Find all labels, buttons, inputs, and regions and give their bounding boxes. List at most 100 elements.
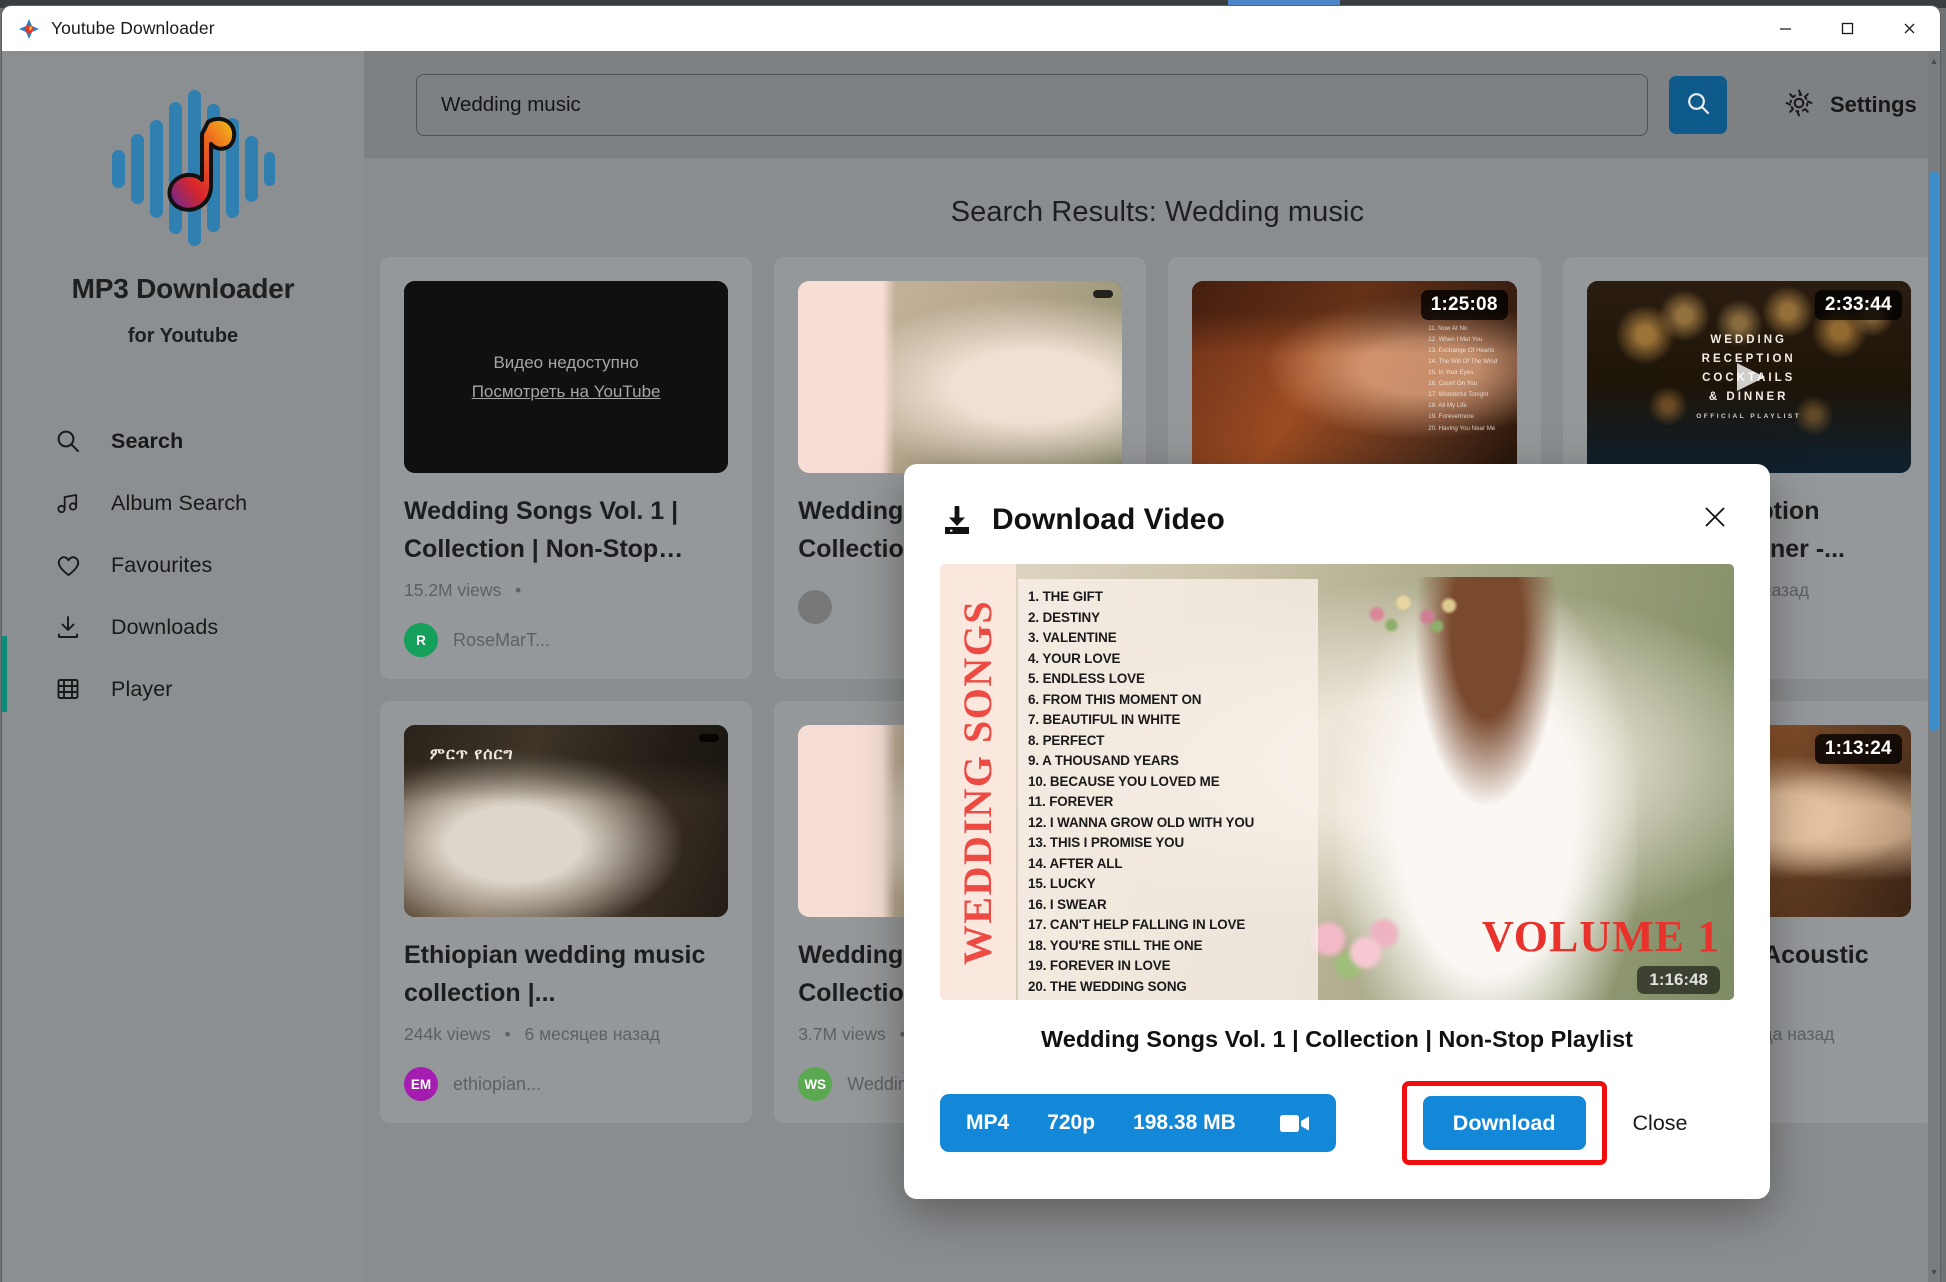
sidebar-item-favourites[interactable]: Favourites [2,534,364,596]
video-thumbnail[interactable] [798,281,1123,473]
close-icon[interactable] [1696,498,1734,536]
scroll-up-arrow[interactable]: ▲ [1928,53,1940,69]
video-thumbnail[interactable]: WEDDINGRECEPTIONCOCKTAILS& DINNER OFFICI… [1586,281,1911,473]
tracklist-item: 7. BEAUTIFUL IN WHITE [1028,712,1181,727]
unavailable-message: Видео недоступно [493,352,639,372]
duration-badge: 2:33:44 [1814,290,1902,320]
sidebar-item-downloads[interactable]: Downloads [2,596,364,658]
music-note-icon [54,489,82,517]
maximize-button[interactable] [1816,6,1878,51]
avatar [798,590,833,624]
search-submit-button[interactable] [1669,75,1727,134]
thumbnail-overlay-text: ምርጥ የሰርግ [429,746,514,764]
channel-row[interactable]: EM ethiopian... [404,1067,728,1101]
channel-row[interactable]: R RoseMarT... [404,623,728,657]
format-size-label: 198.38 MB [1133,1111,1236,1134]
format-selector-button[interactable]: MP4 720p 198.38 MB [940,1094,1336,1152]
download-video-modal: Download Video WEDDING SONGS 1. THE GIFT… [904,464,1770,1199]
result-card[interactable]: ምርጥ የሰርግ Ethiopian wedding music collect… [380,701,753,1123]
video-meta: 244k views • 6 месяцев назад [404,1024,728,1045]
sidebar: MP3 Downloader for Youtube Search Album … [2,51,364,1282]
tracklist-item: 9. A THOUSAND YEARS [1028,753,1179,768]
tracklist-item: 12. I WANNA GROW OLD WITH YOU [1028,814,1255,830]
tracklist-item: 10. BECAUSE YOU LOVED ME [1028,773,1220,789]
sidebar-nav: Search Album Search Favourites Downloads… [2,410,364,720]
search-input[interactable] [416,73,1648,136]
sidebar-item-search[interactable]: Search [2,410,364,472]
tracklist-item: 3. VALENTINE [1028,630,1117,645]
tracklist-item: 16. I SWEAR [1028,896,1107,912]
tracklist-item: 15. LUCKY [1028,876,1096,891]
gear-icon [1784,88,1814,121]
format-quality-label: 720p [1047,1111,1096,1134]
sidebar-item-label: Album Search [111,490,248,515]
app-window: Youtube Downloader MP3 Downloader for Yo… [2,6,1940,1282]
brand-title: MP3 Downloader [71,273,295,304]
duration-badge: 1:25:08 [1420,290,1508,320]
video-thumbnail[interactable]: 11. Now At No 12. When I Met You 13. Excha… [1192,281,1517,473]
watch-on-youtube-link[interactable]: Посмотреть на YouTube [472,382,661,402]
tracklist-item: 11. FOREVER [1028,794,1114,809]
tracklist-item: 13. THIS I PROMISE YOU [1028,835,1185,850]
thumbnail-art: ምርጥ የሰርግ [404,725,729,917]
download-button-highlight: Download [1401,1081,1607,1165]
modal-title: Download Video [992,503,1225,536]
tracklist-item: 8. PERFECT [1028,732,1105,748]
video-title: Ethiopian wedding music collection |... [404,941,706,1007]
thumbnail-tracklist-art: 11. Now At No 12. When I Met You 13. Excha… [1428,325,1498,432]
tracklist-item: 20. THE WEDDING SONG [1028,978,1187,994]
result-card[interactable]: Видео недоступно Посмотреть на YouTube W… [380,257,753,679]
edge-accent-teal [2,636,7,712]
sidebar-item-label: Player [111,676,173,701]
avatar: WS [798,1067,833,1101]
settings-button[interactable]: Settings [1784,88,1917,121]
topbar: Settings [364,51,1940,158]
duration-badge [1093,290,1114,298]
duration-badge [699,734,720,742]
sidebar-item-label: Downloads [111,614,219,639]
search-icon [1685,90,1712,120]
minimize-button[interactable] [1754,6,1816,51]
sidebar-item-player[interactable]: Player [2,658,364,720]
modal-actions: MP4 720p 198.38 MB Download Close [940,1081,1734,1165]
thumbnail-art [798,281,1123,473]
results-content: Search Results: Wedding music Видео недо… [364,158,1940,1282]
modal-video-thumbnail: WEDDING SONGS 1. THE GIFT 2. DESTINY 3. … [940,564,1734,1000]
main-pane: Settings Search Results: Wedding music В… [364,51,1940,1282]
close-modal-button[interactable]: Close [1633,1111,1688,1136]
vertical-scrollbar[interactable]: ▲ ▼ [1928,51,1940,1282]
meta-separator: • [515,580,522,600]
app-body: MP3 Downloader for Youtube Search Album … [2,51,1940,1282]
format-container-label: MP4 [966,1111,1010,1134]
thumbnail-volume-label: VOLUME 1 [1481,912,1720,961]
thumbnail-tracklist: 1. THE GIFT 2. DESTINY 3. VALENTINE 4. Y… [1018,579,1318,1000]
tracklist-item: 1. THE GIFT [1028,589,1103,604]
channel-name: ethiopian... [453,1073,542,1094]
thumbnail-side-title: WEDDING SONGS [955,599,1001,965]
sidebar-item-album-search[interactable]: Album Search [2,472,364,534]
tracklist-item: 5. ENDLESS LOVE [1028,671,1145,686]
scrollbar-thumb[interactable] [1929,171,1939,731]
video-thumbnail[interactable]: Видео недоступно Посмотреть на YouTube [404,281,729,473]
brand-subtitle: for Youtube [127,325,239,347]
tracklist-item: 4. YOUR LOVE [1028,650,1121,666]
thumbnail-flower-crown [1352,585,1473,642]
close-button[interactable] [1878,6,1940,51]
video-camera-icon [1279,1113,1310,1134]
tracklist-item: 14. AFTER ALL [1028,855,1123,871]
scroll-down-arrow[interactable]: ▼ [1928,1264,1940,1280]
settings-label: Settings [1830,91,1917,117]
video-unavailable-placeholder: Видео недоступно Посмотреть на YouTube [404,281,729,473]
view-count: 244k views [404,1024,491,1044]
window-controls [1754,6,1940,51]
tracklist-item: 18. YOU'RE STILL THE ONE [1028,937,1203,953]
titlebar-left: Youtube Downloader [2,18,215,40]
modal-duration-badge: 1:16:48 [1637,966,1720,994]
view-count: 3.7M views [798,1024,886,1044]
tracklist-item: 19. FOREVER IN LOVE [1028,958,1171,973]
meta-separator: • [504,1024,511,1044]
video-thumbnail[interactable]: ምርጥ የሰርግ [404,725,729,917]
tracklist-item: 2. DESTINY [1028,609,1100,625]
download-button[interactable]: Download [1422,1096,1586,1150]
channel-name: RoseMarT... [453,629,551,650]
